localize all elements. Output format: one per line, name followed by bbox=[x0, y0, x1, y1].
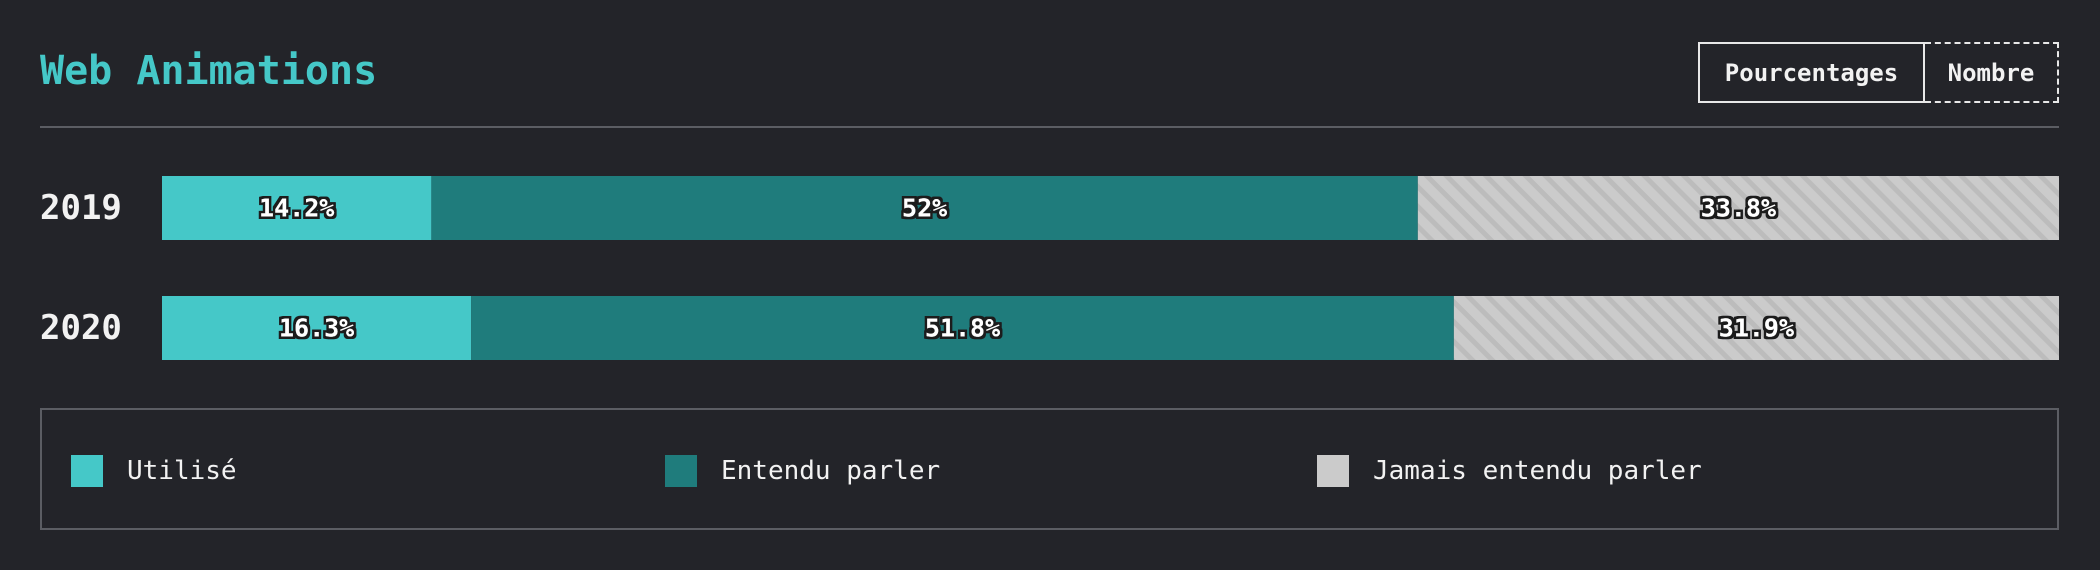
legend-item-utilise[interactable]: Utilisé bbox=[71, 455, 237, 487]
data-label-entendu-parler-2019: 52% bbox=[902, 194, 947, 223]
category-label-2019: 2019 bbox=[40, 188, 122, 228]
data-label-entendu-parler-2020: 51.8% bbox=[925, 314, 1000, 343]
legend-swatch-jamais-entendu-parler bbox=[1317, 455, 1349, 487]
legend-item-jamais-entendu-parler[interactable]: Jamais entendu parler bbox=[1317, 455, 1702, 487]
legend-label-jamais-entendu-parler: Jamais entendu parler bbox=[1373, 456, 1702, 486]
data-label-utilise-2020: 16.3% bbox=[279, 314, 354, 343]
data-label-jamais-entendu-parler-2020: 31.9% bbox=[1719, 314, 1794, 343]
chart-legend: Utilisé Entendu parler Jamais entendu parl… bbox=[40, 408, 2059, 530]
data-label-utilise-2019: 14.2% bbox=[259, 194, 334, 223]
data-label-jamais-entendu-parler-2019: 33.8% bbox=[1701, 194, 1776, 223]
legend-label-entendu-parler: Entendu parler bbox=[721, 456, 941, 486]
legend-swatch-entendu-parler bbox=[665, 455, 697, 487]
legend-swatch-utilise bbox=[71, 455, 103, 487]
legend-item-entendu-parler[interactable]: Entendu parler bbox=[665, 455, 940, 487]
stacked-bar-chart: 2019 14.2% 52% 33.8% 2020 16.3% 51.8% 31.9% bbox=[40, 176, 2059, 360]
category-label-2020: 2020 bbox=[40, 308, 122, 348]
legend-label-utilise: Utilisé bbox=[127, 456, 237, 486]
